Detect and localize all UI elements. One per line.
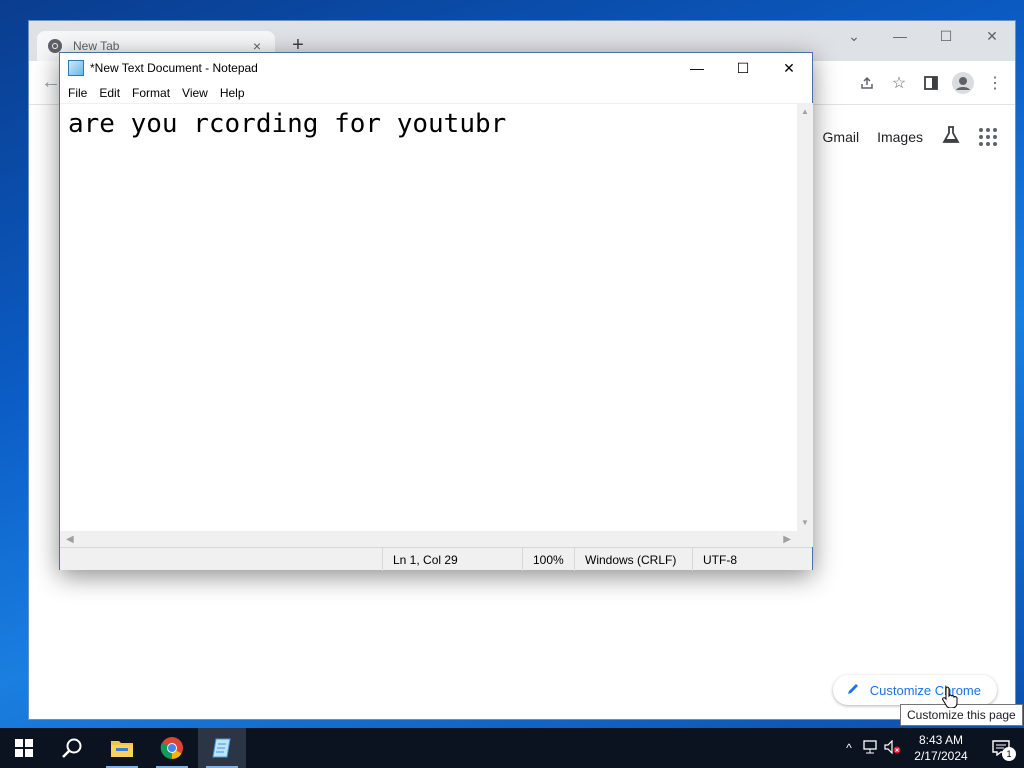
scroll-right-icon[interactable]: ▶ bbox=[783, 534, 791, 545]
scrollbar-corner bbox=[797, 531, 813, 547]
notepad-window-controls: — ☐ ✕ bbox=[674, 53, 812, 83]
images-link[interactable]: Images bbox=[877, 129, 923, 145]
menu-file[interactable]: File bbox=[62, 86, 93, 100]
notepad-icon bbox=[212, 738, 231, 758]
share-icon[interactable] bbox=[853, 69, 881, 97]
menu-edit[interactable]: Edit bbox=[93, 86, 126, 100]
file-explorer-icon bbox=[111, 741, 133, 757]
network-icon[interactable] bbox=[860, 739, 882, 757]
menu-help[interactable]: Help bbox=[214, 86, 251, 100]
notepad-content[interactable]: are you rcording for youtubr bbox=[68, 108, 789, 140]
notepad-text-area[interactable]: are you rcording for youtubr bbox=[60, 103, 797, 531]
notepad-minimize-button[interactable]: — bbox=[674, 53, 720, 83]
tab-title: New Tab bbox=[73, 39, 120, 53]
hand-cursor-icon bbox=[942, 686, 958, 708]
google-apps-icon[interactable] bbox=[979, 127, 997, 146]
notepad-statusbar: Ln 1, Col 29 100% Windows (CRLF) UTF-8 bbox=[60, 547, 814, 571]
notification-count-badge: 1 bbox=[1002, 747, 1016, 761]
search-icon bbox=[62, 738, 82, 758]
chrome-icon bbox=[160, 737, 183, 759]
scroll-left-icon[interactable]: ◀ bbox=[66, 534, 74, 545]
status-encoding: UTF-8 bbox=[692, 548, 814, 571]
action-center-button[interactable]: 1 bbox=[978, 728, 1024, 768]
start-button[interactable] bbox=[0, 728, 48, 768]
pencil-icon bbox=[847, 682, 860, 698]
volume-muted-icon[interactable] bbox=[882, 739, 904, 757]
clock-date: 2/17/2024 bbox=[914, 749, 968, 763]
tray-overflow-chevron-icon[interactable]: ^ bbox=[838, 741, 860, 755]
status-zoom: 100% bbox=[522, 548, 574, 571]
clock-time: 8:43 AM bbox=[918, 733, 964, 747]
customize-tooltip: Customize this page bbox=[900, 704, 1023, 726]
menu-format[interactable]: Format bbox=[126, 86, 176, 100]
customize-chrome-label: Customize Chrome bbox=[869, 682, 981, 698]
taskbar-file-explorer[interactable] bbox=[98, 728, 146, 768]
notepad-app-icon bbox=[68, 60, 84, 76]
profile-avatar-icon[interactable] bbox=[949, 69, 977, 97]
scroll-up-icon[interactable]: ▲ bbox=[801, 107, 809, 116]
toolbar-icons: ☆ ⋮ bbox=[853, 69, 1009, 97]
notepad-title: *New Text Document - Notepad bbox=[90, 61, 258, 75]
taskbar: ^ 8:43 AM 2/17/2024 1 bbox=[0, 728, 1024, 768]
customize-chrome-button[interactable]: Customize Chrome bbox=[832, 675, 997, 705]
back-arrow-icon[interactable]: ← bbox=[41, 71, 61, 94]
taskbar-clock[interactable]: 8:43 AM 2/17/2024 bbox=[904, 732, 978, 764]
chrome-close-button[interactable]: ✕ bbox=[969, 28, 1015, 45]
search-button[interactable] bbox=[48, 728, 96, 768]
bookmark-star-icon[interactable]: ☆ bbox=[885, 69, 913, 97]
chrome-minimize-button[interactable]: — bbox=[877, 28, 923, 44]
taskbar-chrome[interactable] bbox=[148, 728, 196, 768]
notepad-titlebar[interactable]: *New Text Document - Notepad — ☐ ✕ bbox=[60, 53, 812, 83]
notepad-close-button[interactable]: ✕ bbox=[766, 53, 812, 83]
gmail-link[interactable]: Gmail bbox=[823, 129, 860, 145]
scroll-down-icon[interactable]: ▼ bbox=[801, 518, 809, 527]
vertical-scrollbar[interactable]: ▲ ▼ bbox=[797, 103, 813, 531]
ntp-header-links: Gmail Images bbox=[823, 125, 997, 148]
side-panel-icon[interactable] bbox=[917, 69, 945, 97]
chrome-menu-icon[interactable]: ⋮ bbox=[981, 69, 1009, 97]
notepad-window: *New Text Document - Notepad — ☐ ✕ File … bbox=[59, 52, 814, 571]
taskbar-notepad[interactable] bbox=[198, 728, 246, 768]
status-line-ending: Windows (CRLF) bbox=[574, 548, 692, 571]
chrome-maximize-button[interactable]: ☐ bbox=[923, 28, 969, 45]
status-position: Ln 1, Col 29 bbox=[382, 548, 522, 571]
start-icon bbox=[15, 739, 33, 757]
menu-view[interactable]: View bbox=[176, 86, 214, 100]
tab-search-icon[interactable]: ⌄ bbox=[831, 28, 877, 45]
notepad-menubar: File Edit Format View Help bbox=[60, 83, 812, 103]
horizontal-scrollbar[interactable]: ◀ ▶ bbox=[60, 531, 797, 547]
notepad-maximize-button[interactable]: ☐ bbox=[720, 53, 766, 83]
system-tray: ^ 8:43 AM 2/17/2024 1 bbox=[838, 728, 1024, 768]
labs-flask-icon[interactable] bbox=[941, 125, 961, 148]
chrome-window-controls: ⌄ — ☐ ✕ bbox=[831, 21, 1015, 51]
